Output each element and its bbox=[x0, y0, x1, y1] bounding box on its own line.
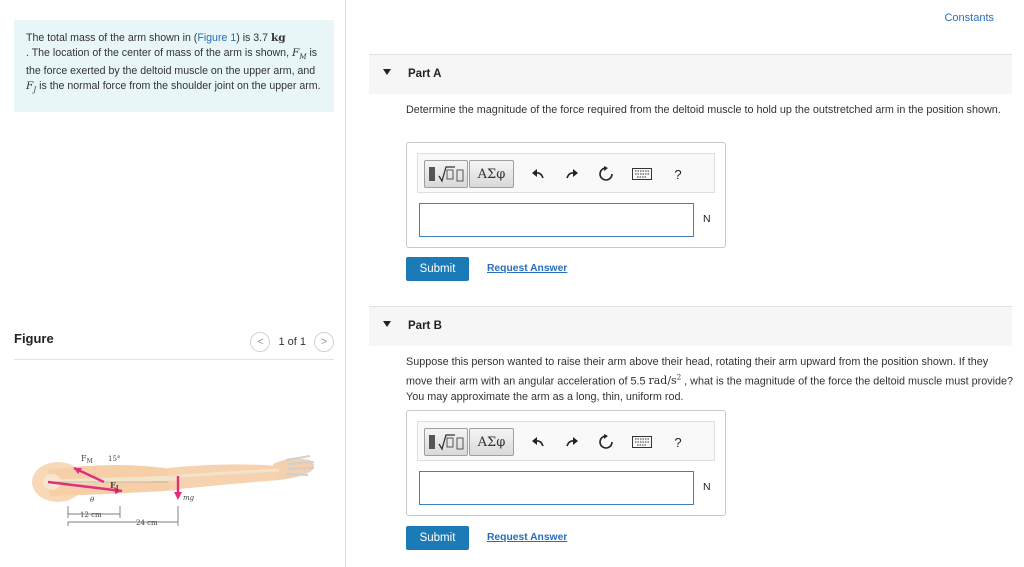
mg-label: mg bbox=[183, 494, 195, 502]
undo-icon[interactable] bbox=[530, 166, 546, 182]
arm-figure: FM 15° FJ θ mg 12 cm 24 cm bbox=[32, 454, 315, 527]
part-b-answer-box: ΑΣφ ? N bbox=[406, 410, 726, 516]
math-toolbar: ΑΣφ ? bbox=[417, 421, 715, 461]
greek-symbols-button[interactable]: ΑΣφ bbox=[469, 428, 514, 456]
collapse-triangle-icon bbox=[383, 69, 391, 75]
intro-text-1: The total mass of the arm shown in ( bbox=[26, 32, 198, 44]
mass-unit: kg bbox=[270, 32, 286, 44]
fm-symbol: FM bbox=[291, 46, 307, 61]
reset-icon[interactable] bbox=[598, 434, 614, 450]
prev-figure-button[interactable]: < bbox=[250, 332, 271, 352]
part-b-submit-button[interactable]: Submit bbox=[406, 526, 469, 550]
fm-label: FM bbox=[81, 454, 93, 465]
dim-24cm-label: 24 cm bbox=[136, 519, 158, 527]
next-figure-button[interactable]: > bbox=[314, 332, 334, 352]
theta-label: θ bbox=[90, 496, 95, 504]
collapse-triangle-icon bbox=[383, 321, 391, 327]
math-toolbar: ΑΣφ ? bbox=[417, 153, 715, 193]
figure-pager: < 1 of 1 > bbox=[250, 332, 334, 352]
part-a-answer-input[interactable] bbox=[419, 203, 694, 237]
undo-icon[interactable] bbox=[530, 434, 546, 450]
intro-text-3: . The location of the center of mass of … bbox=[26, 46, 290, 59]
redo-icon[interactable] bbox=[564, 166, 580, 182]
templates-button[interactable] bbox=[424, 428, 468, 456]
templates-icon bbox=[429, 166, 464, 183]
accel-unit: rad/s2 bbox=[648, 373, 682, 388]
part-a-answer-box: ΑΣφ ? N bbox=[406, 142, 726, 248]
intro-text-2: ) is 3.7 bbox=[236, 32, 271, 44]
greek-symbols-button[interactable]: ΑΣφ bbox=[469, 160, 514, 188]
part-a-submit-button[interactable]: Submit bbox=[406, 257, 469, 281]
part-b-question: Suppose this person wanted to raise thei… bbox=[406, 356, 1014, 403]
part-b-label: Part B bbox=[408, 320, 442, 332]
part-b-answer-input[interactable] bbox=[419, 471, 694, 505]
angle-label: 15° bbox=[108, 455, 120, 463]
templates-icon bbox=[429, 434, 464, 451]
constants-link[interactable]: Constants bbox=[944, 12, 994, 24]
dim-12cm-label: 12 cm bbox=[80, 511, 102, 519]
part-a-question: Determine the magnitude of the force req… bbox=[406, 104, 1001, 116]
left-panel: The total mass of the arm shown in (Figu… bbox=[0, 0, 346, 567]
figure-title: Figure bbox=[14, 331, 54, 346]
intro-text-5: is the normal force from the shoulder jo… bbox=[36, 79, 321, 92]
figure-link[interactable]: Figure 1 bbox=[197, 32, 236, 44]
part-b-header[interactable]: Part B bbox=[369, 306, 1012, 346]
help-icon[interactable]: ? bbox=[670, 166, 686, 182]
part-a-unit: N bbox=[703, 213, 711, 225]
part-a-request-answer-link[interactable]: Request Answer bbox=[487, 263, 567, 274]
reset-icon[interactable] bbox=[598, 166, 614, 182]
part-b-request-answer-link[interactable]: Request Answer bbox=[487, 532, 567, 543]
right-panel: Constants Part A Determine the magnitude… bbox=[347, 0, 1024, 567]
pager-text: 1 of 1 bbox=[278, 336, 306, 348]
part-a-header[interactable]: Part A bbox=[369, 54, 1012, 94]
part-a-label: Part A bbox=[408, 68, 442, 80]
forearm-shape bbox=[168, 464, 280, 490]
fj-symbol: FJ bbox=[26, 79, 37, 94]
part-b-unit: N bbox=[703, 481, 711, 493]
redo-icon[interactable] bbox=[564, 434, 580, 450]
keyboard-icon[interactable] bbox=[632, 166, 652, 182]
problem-intro: The total mass of the arm shown in (Figu… bbox=[14, 20, 334, 112]
templates-button[interactable] bbox=[424, 160, 468, 188]
help-icon[interactable]: ? bbox=[670, 434, 686, 450]
keyboard-icon[interactable] bbox=[632, 434, 652, 450]
figure-header: Figure < 1 of 1 > bbox=[14, 330, 334, 360]
